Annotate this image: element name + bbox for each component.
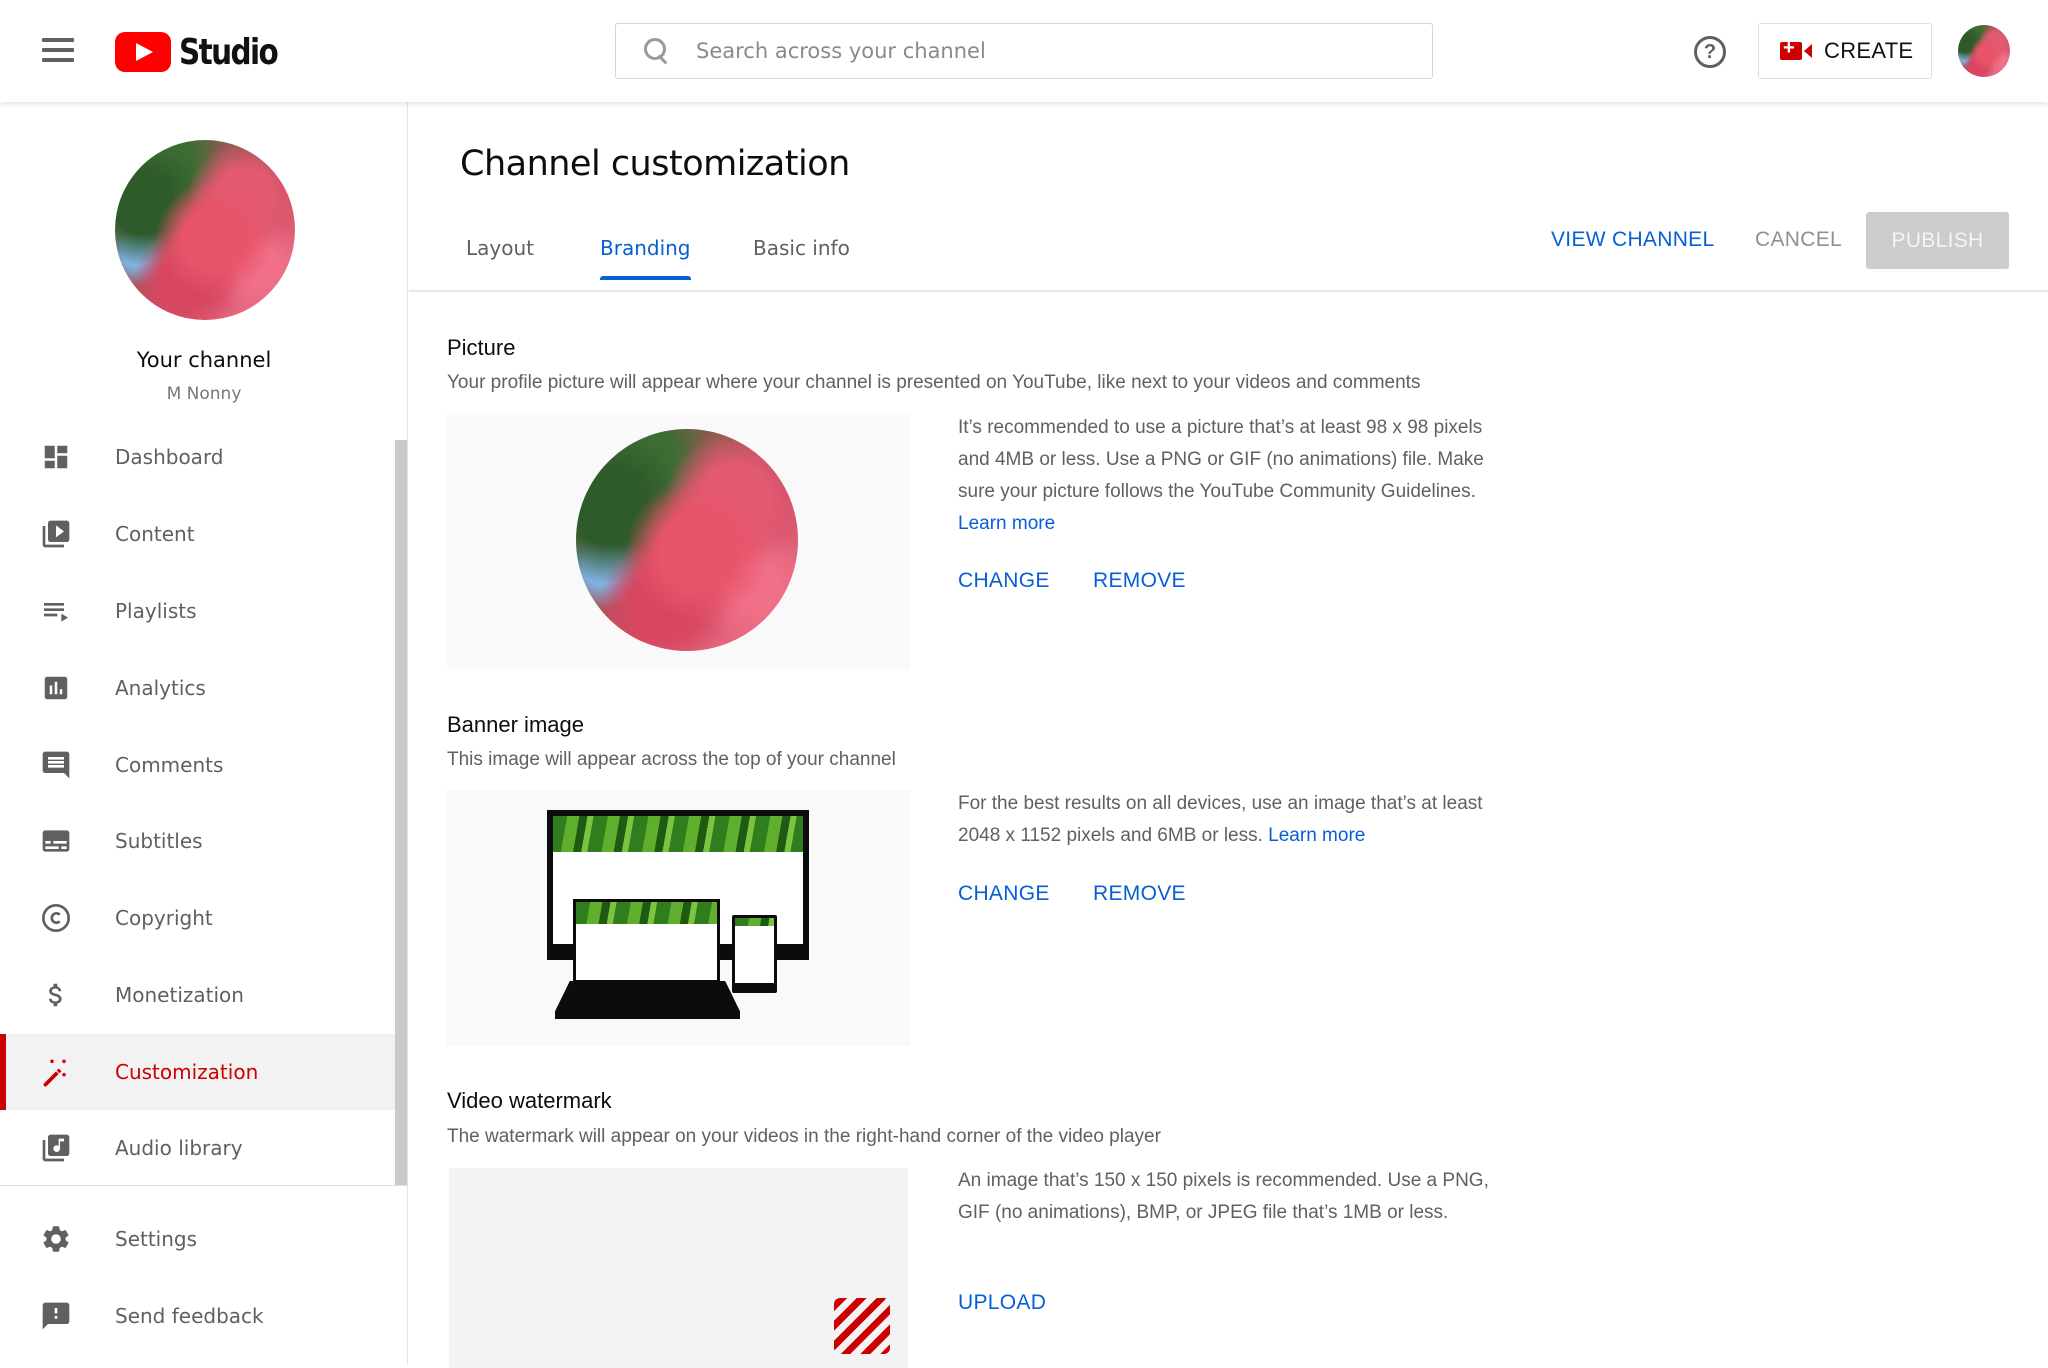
- help-circle-icon[interactable]: ?: [1694, 36, 1726, 68]
- sidebar-item-label: Customization: [115, 1060, 259, 1084]
- sidebar-item-label: Comments: [115, 753, 224, 777]
- sidebar-item-label: Monetization: [115, 983, 244, 1007]
- hamburger-menu-icon[interactable]: [38, 34, 78, 68]
- sidebar-item-label: Settings: [115, 1227, 198, 1251]
- tab-basic-info[interactable]: Basic info: [753, 236, 850, 280]
- picture-preview: [447, 413, 910, 669]
- top-app-bar: Studio ? CREATE: [0, 0, 2048, 102]
- tab-layout[interactable]: Layout: [466, 236, 534, 280]
- picture-change-button[interactable]: CHANGE: [958, 569, 1050, 593]
- copyright-icon: [40, 902, 72, 934]
- sidebar-item-label: Content: [115, 522, 195, 546]
- sidebar-item-monetization[interactable]: Monetization: [0, 957, 395, 1033]
- sidebar-item-audio-library[interactable]: Audio library: [0, 1110, 395, 1186]
- watermark-placeholder-icon: [834, 1298, 890, 1354]
- watermark-section-description: The watermark will appear on your videos…: [447, 1126, 1161, 1147]
- watermark-preview: [449, 1168, 908, 1368]
- audio-library-icon: [40, 1132, 72, 1164]
- tab-branding[interactable]: Branding: [600, 236, 691, 280]
- sidebar-item-label: Playlists: [115, 599, 197, 623]
- sidebar-item-label: Send feedback: [115, 1304, 264, 1328]
- comments-icon: [40, 749, 72, 781]
- sidebar-item-copyright[interactable]: Copyright: [0, 880, 395, 956]
- sidebar-item-dashboard[interactable]: Dashboard: [0, 419, 395, 495]
- profile-picture-image: [576, 429, 798, 651]
- sidebar-item-subtitles[interactable]: Subtitles: [0, 803, 395, 879]
- sidebar-item-playlists[interactable]: Playlists: [0, 573, 395, 649]
- sidebar-item-comments[interactable]: Comments: [0, 727, 395, 803]
- picture-info-text: It’s recommended to use a picture that’s…: [958, 417, 1484, 502]
- subtitles-icon: [40, 825, 72, 857]
- video-camera-plus-icon: [1780, 37, 1812, 60]
- create-button-label: CREATE: [1824, 38, 1914, 63]
- sidebar: Your channel M Nonny Dashboard Content P…: [0, 102, 408, 1365]
- banner-info: For the best results on all devices, use…: [958, 788, 1518, 852]
- youtube-play-icon: [115, 32, 171, 72]
- banner-section-title: Banner image: [447, 712, 584, 737]
- sidebar-item-customization[interactable]: Customization: [0, 1034, 395, 1110]
- sidebar-item-label: Copyright: [115, 906, 213, 930]
- sidebar-item-label: Analytics: [115, 676, 206, 700]
- phone-illustration: [732, 915, 777, 993]
- banner-learn-more-link[interactable]: Learn more: [1268, 825, 1365, 846]
- account-avatar[interactable]: [1958, 25, 2010, 77]
- picture-learn-more-link[interactable]: Learn more: [958, 513, 1055, 534]
- picture-section-description: Your profile picture will appear where y…: [447, 372, 1421, 393]
- create-button[interactable]: CREATE: [1758, 23, 1932, 79]
- main-content: Channel customization Layout Branding Ba…: [409, 102, 2048, 1368]
- sidebar-item-label: Audio library: [115, 1136, 243, 1160]
- page-title: Channel customization: [460, 144, 850, 184]
- laptop-illustration: [573, 899, 720, 982]
- view-channel-button[interactable]: VIEW CHANNEL: [1551, 228, 1714, 252]
- watermark-section-title: Video watermark: [447, 1088, 612, 1113]
- search-icon[interactable]: [642, 36, 672, 66]
- channel-name: M Nonny: [166, 384, 242, 404]
- youtube-studio-logo[interactable]: Studio: [115, 30, 299, 74]
- dashboard-icon: [40, 441, 72, 473]
- sidebar-item-content[interactable]: Content: [0, 496, 395, 572]
- search-input[interactable]: [696, 39, 1396, 63]
- picture-info: It’s recommended to use a picture that’s…: [958, 412, 1518, 540]
- tab-divider: [409, 290, 2048, 292]
- laptop-base-illustration: [555, 981, 740, 1019]
- playlists-icon: [40, 595, 72, 627]
- banner-change-button[interactable]: CHANGE: [958, 882, 1050, 906]
- banner-preview: [447, 790, 910, 1046]
- content-icon: [40, 518, 72, 550]
- cancel-button[interactable]: CANCEL: [1755, 228, 1842, 252]
- sidebar-scrollbar[interactable]: [395, 440, 407, 1186]
- sidebar-item-settings[interactable]: Settings: [0, 1201, 395, 1277]
- sidebar-item-analytics[interactable]: Analytics: [0, 650, 395, 726]
- watermark-info: An image that’s 150 x 150 pixels is reco…: [958, 1165, 1518, 1229]
- watermark-info-text: An image that’s 150 x 150 pixels is reco…: [958, 1170, 1489, 1223]
- sidebar-item-send-feedback[interactable]: Send feedback: [0, 1278, 395, 1354]
- search-bar[interactable]: [615, 23, 1433, 79]
- picture-section-title: Picture: [447, 335, 516, 360]
- sidebar-item-label: Dashboard: [115, 445, 224, 469]
- sidebar-divider: [0, 1185, 408, 1186]
- logo-text: Studio: [179, 31, 279, 73]
- gear-icon: [40, 1223, 72, 1255]
- analytics-icon: [40, 672, 72, 704]
- picture-remove-button[interactable]: REMOVE: [1093, 569, 1186, 593]
- banner-section-description: This image will appear across the top of…: [447, 749, 896, 770]
- channel-avatar[interactable]: [115, 140, 295, 320]
- watermark-upload-button[interactable]: UPLOAD: [958, 1291, 1046, 1315]
- banner-info-text: For the best results on all devices, use…: [958, 793, 1483, 846]
- feedback-icon: [40, 1300, 72, 1332]
- banner-remove-button[interactable]: REMOVE: [1093, 882, 1186, 906]
- dollar-icon: [40, 979, 72, 1011]
- channel-title[interactable]: Your channel: [0, 348, 408, 372]
- publish-button[interactable]: PUBLISH: [1866, 212, 2009, 269]
- magic-wand-icon: [40, 1056, 72, 1088]
- sidebar-item-label: Subtitles: [115, 829, 203, 853]
